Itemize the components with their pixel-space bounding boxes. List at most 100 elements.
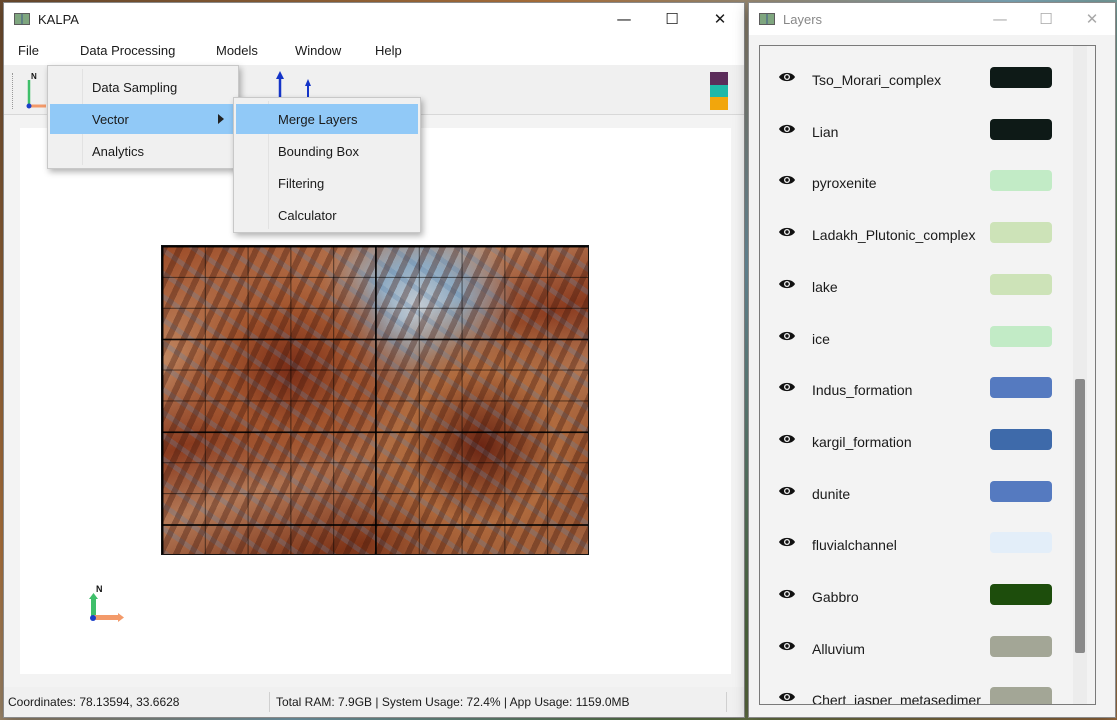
layer-row[interactable]: kargil_formation: [760, 418, 1070, 470]
layer-row[interactable]: dunite: [760, 470, 1070, 522]
main-titlebar[interactable]: KALPA — ☐ ✕: [4, 3, 744, 35]
color-legend-swatches[interactable]: [710, 72, 728, 111]
visibility-eye-icon[interactable]: [778, 381, 796, 396]
menu-item-data-sampling[interactable]: Data Sampling: [50, 72, 236, 102]
layer-name: Gabbro: [812, 589, 859, 605]
vector-submenu: Merge Layers Bounding Box Filtering Calc…: [233, 97, 421, 233]
menu-item-analytics[interactable]: Analytics: [50, 136, 236, 166]
menu-item-label: Calculator: [278, 207, 337, 223]
menu-item-label: Vector: [92, 111, 129, 127]
layer-color-swatch[interactable]: [990, 118, 1052, 140]
layer-row[interactable]: Gabbro: [760, 573, 1070, 625]
toolbar-grip[interactable]: [12, 73, 14, 109]
layer-name: fluvialchannel: [812, 537, 897, 554]
layers-list[interactable]: Tso_Morari_complex Lian pyroxenite Ladakh_P…: [759, 45, 1096, 705]
minimize-button[interactable]: —: [600, 3, 648, 35]
maximize-button[interactable]: ☐: [648, 3, 696, 35]
swatch-orange: [710, 97, 728, 111]
menu-item-merge-layers[interactable]: Merge Layers: [236, 104, 418, 134]
layer-row[interactable]: Ladakh_Plutonic_complex: [760, 211, 1070, 263]
layer-name: kargil_formation: [812, 433, 912, 450]
canvas-north-arrow: N: [88, 583, 128, 628]
north-arrow-tool-button[interactable]: N: [22, 70, 48, 113]
visibility-eye-icon[interactable]: [778, 174, 796, 189]
layer-color-swatch[interactable]: [990, 170, 1052, 192]
layer-row[interactable]: Lian: [760, 108, 1070, 160]
menu-item-calculator[interactable]: Calculator: [236, 200, 418, 230]
maximize-button[interactable]: ☐: [1023, 3, 1069, 35]
layer-row[interactable]: Tso_Morari_complex: [760, 56, 1070, 108]
visibility-eye-icon[interactable]: [778, 588, 796, 603]
hillshade-raster-map[interactable]: [161, 245, 589, 555]
layer-color-swatch[interactable]: [990, 67, 1052, 88]
layer-row[interactable]: fluvialchannel: [760, 521, 1070, 573]
menubar: File Data Processing Models Window Help: [4, 35, 744, 65]
menu-item-label: Merge Layers: [278, 111, 358, 127]
visibility-eye-icon[interactable]: [778, 691, 796, 704]
menu-item-label: Analytics: [92, 143, 145, 159]
layer-row[interactable]: Alluvium: [760, 625, 1070, 677]
layers-window-title: Layers: [783, 11, 823, 27]
minimize-button[interactable]: —: [977, 3, 1023, 35]
layer-color-swatch[interactable]: [990, 635, 1052, 657]
visibility-eye-icon[interactable]: [778, 433, 796, 448]
layer-color-swatch[interactable]: [990, 428, 1052, 450]
layers-titlebar[interactable]: Layers — ☐ ✕: [749, 3, 1115, 35]
layer-color-swatch[interactable]: [990, 273, 1052, 295]
layer-color-swatch[interactable]: [990, 377, 1052, 399]
visibility-eye-icon[interactable]: [778, 278, 796, 293]
submenu-arrow-icon: [218, 114, 224, 124]
visibility-eye-icon[interactable]: [778, 330, 796, 345]
layer-name: lake: [812, 278, 838, 295]
kalpa-app-icon: [759, 13, 775, 25]
visibility-eye-icon[interactable]: [778, 536, 796, 551]
menu-data-processing[interactable]: Data Processing: [80, 43, 175, 58]
svg-text:N: N: [96, 584, 103, 594]
svg-text:N: N: [31, 72, 37, 81]
menu-help[interactable]: Help: [375, 43, 402, 58]
layers-scrollbar-thumb[interactable]: [1075, 379, 1085, 653]
layer-row[interactable]: pyroxenite: [760, 159, 1070, 211]
layer-row[interactable]: ice: [760, 315, 1070, 367]
layers-window: Layers — ☐ ✕ Tso_Morari_complex Lian pyrox…: [749, 3, 1115, 717]
visibility-eye-icon[interactable]: [778, 71, 796, 86]
close-button[interactable]: ✕: [1069, 3, 1115, 35]
menu-window[interactable]: Window: [295, 43, 341, 58]
layer-name: Ladakh_Plutonic_complex: [812, 227, 976, 244]
menu-item-label: Data Sampling: [92, 79, 178, 95]
layer-color-swatch[interactable]: [990, 532, 1052, 554]
menu-models[interactable]: Models: [216, 43, 258, 58]
layer-color-swatch[interactable]: [990, 584, 1052, 605]
layer-name: Lian: [812, 123, 839, 140]
layer-name: Chert_jasper_metasedimer: [812, 692, 981, 705]
menu-item-label: Filtering: [278, 175, 325, 191]
layer-color-swatch[interactable]: [990, 480, 1052, 502]
layer-color-swatch[interactable]: [990, 222, 1052, 244]
status-divider: [726, 692, 727, 712]
close-button[interactable]: ✕: [696, 3, 744, 35]
menu-file[interactable]: File: [18, 43, 39, 58]
layer-name: Indus_formation: [812, 382, 913, 399]
layer-name: Tso_Morari_complex: [812, 72, 942, 88]
layer-name: Alluvium: [812, 640, 865, 657]
menu-item-filtering[interactable]: Filtering: [236, 168, 418, 198]
map-grid-major-lines: [162, 246, 588, 554]
layer-row[interactable]: lake: [760, 263, 1070, 315]
menu-item-label: Bounding Box: [278, 143, 359, 159]
menu-item-bounding-box[interactable]: Bounding Box: [236, 136, 418, 166]
swatch-purple: [710, 72, 728, 85]
status-divider: [269, 692, 270, 712]
north-arrow-icon: N: [89, 584, 124, 622]
layer-color-swatch[interactable]: [990, 325, 1052, 347]
window-title: KALPA: [38, 11, 79, 27]
menu-item-vector[interactable]: Vector: [50, 104, 236, 134]
visibility-eye-icon[interactable]: [778, 226, 796, 241]
layer-color-swatch[interactable]: [990, 687, 1052, 704]
visibility-eye-icon[interactable]: [778, 640, 796, 655]
layer-row[interactable]: Chert_jasper_metasedimer: [760, 676, 1070, 705]
visibility-eye-icon[interactable]: [778, 123, 796, 138]
layer-row[interactable]: Indus_formation: [760, 366, 1070, 418]
status-coordinates: Coordinates: 78.13594, 33.6628: [8, 695, 180, 709]
visibility-eye-icon[interactable]: [778, 485, 796, 500]
layer-name: pyroxenite: [812, 175, 877, 192]
